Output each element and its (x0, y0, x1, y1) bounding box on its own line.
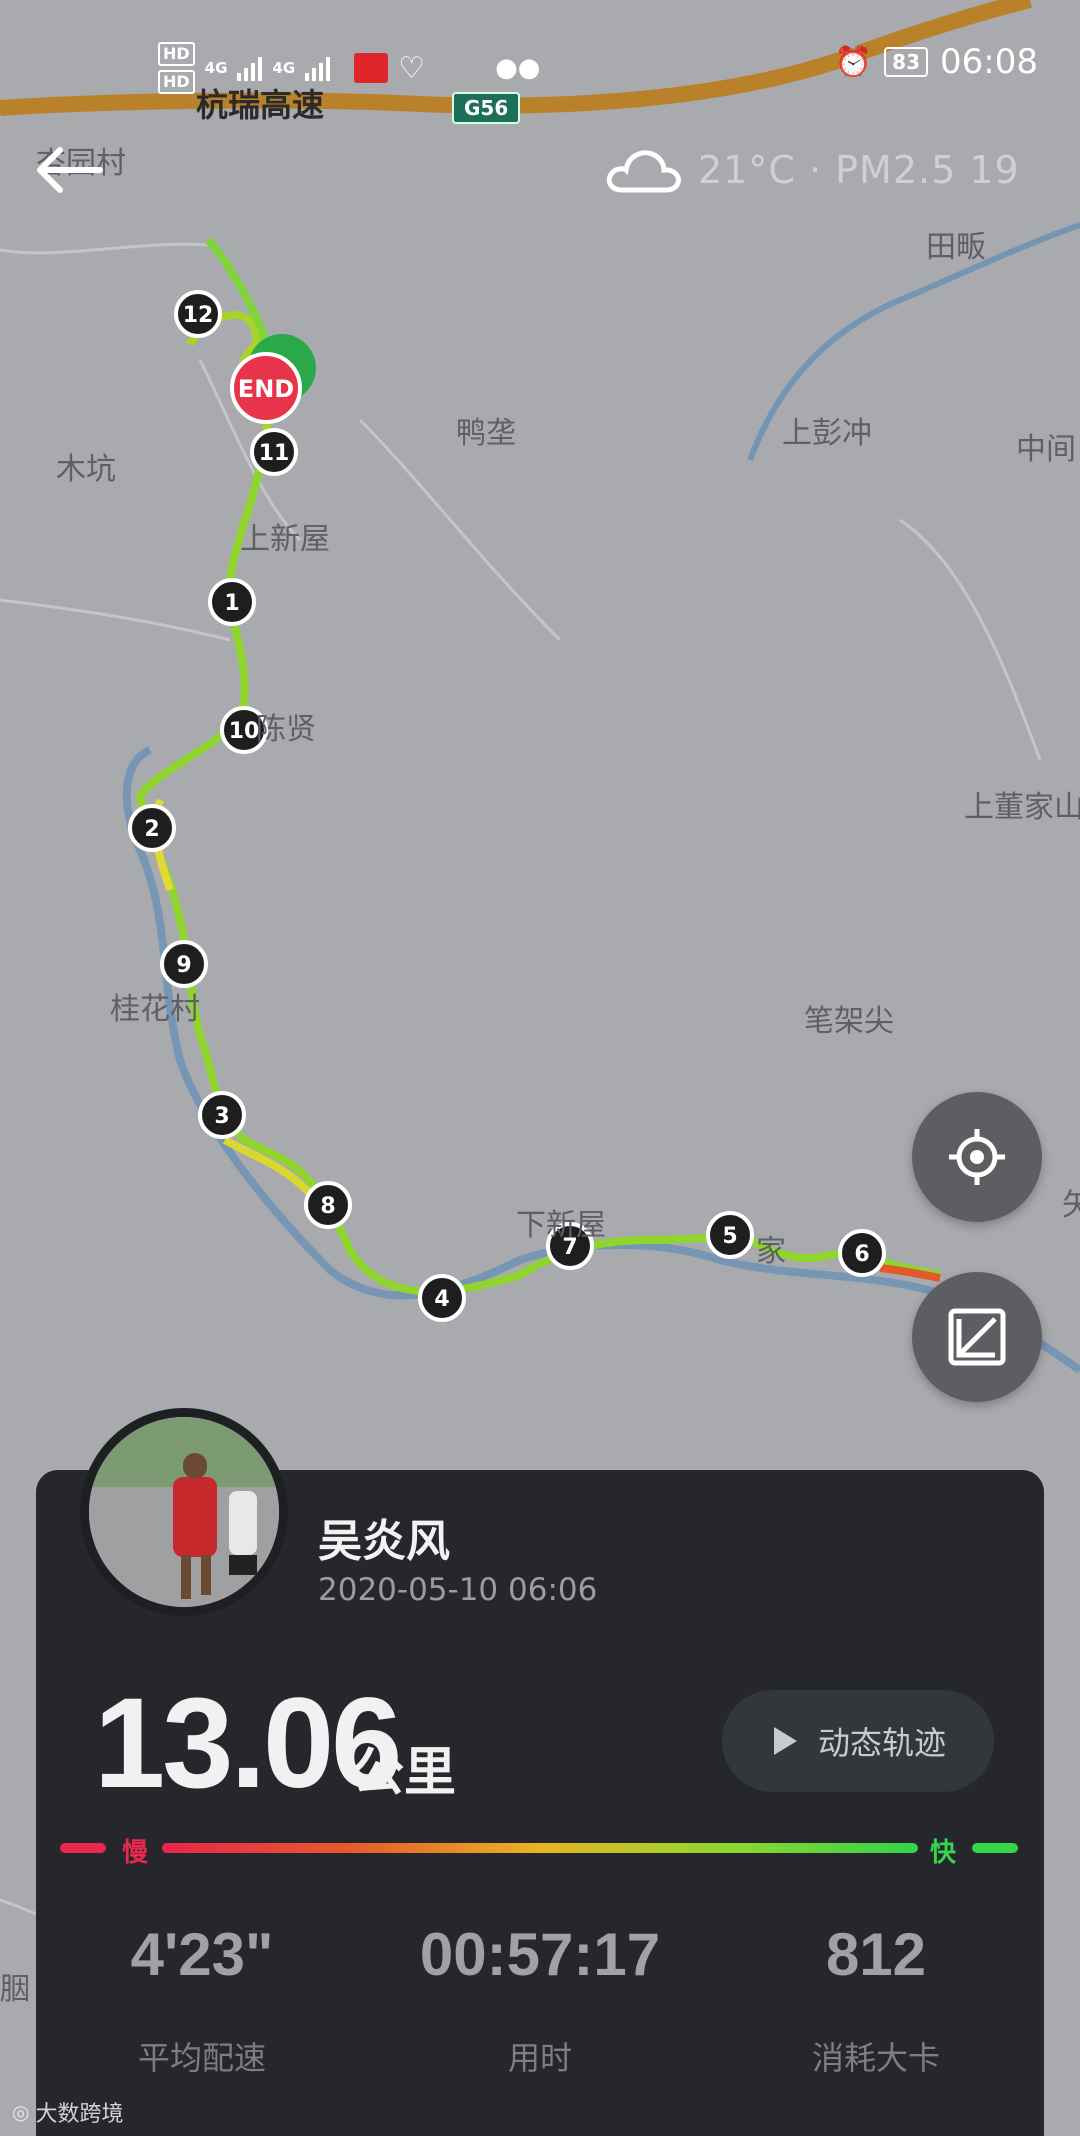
battery-indicator: 83 (884, 47, 929, 77)
status-bar: HD HD 4G 4G ♡ ●● ⏰ 83 06:08 (0, 36, 1080, 96)
avatar-photo (89, 1417, 279, 1607)
svg-text:2: 2 (144, 817, 159, 842)
fit-route-button[interactable] (912, 1272, 1042, 1402)
road-shield: G56 (452, 92, 521, 124)
svg-text:6: 6 (854, 1242, 869, 1267)
map-label: 下新屋 (516, 1208, 606, 1243)
play-icon (773, 1727, 797, 1755)
speed-bar-fast-cap (972, 1843, 1018, 1853)
alarm-icon: ⏰ (834, 44, 873, 80)
duration-label: 用时 (507, 2039, 572, 2077)
map-label: 桂花村 (110, 992, 200, 1027)
wechat-icon: ●● (495, 53, 541, 83)
calories-value: 812 (825, 1921, 927, 1988)
svg-text:12: 12 (183, 303, 214, 328)
svg-text:8: 8 (320, 1194, 335, 1219)
end-marker: END (230, 352, 302, 424)
map-label: 矢 (1062, 1188, 1080, 1223)
replay-track-button[interactable]: 动态轨迹 (722, 1690, 994, 1792)
map-label: 胭 (0, 1972, 30, 2007)
km-marker: 5 (706, 1211, 754, 1259)
map-label: 上新屋 (240, 522, 330, 557)
pace-stat: 4'23" 平均配速 (52, 1920, 352, 2079)
signal-icon (237, 55, 263, 81)
back-arrow-icon (37, 147, 103, 193)
map-label: 上彭冲 (782, 416, 872, 451)
svg-text:3: 3 (214, 1104, 229, 1129)
map-label: 家 (756, 1234, 786, 1269)
app-notification-icon (354, 53, 389, 83)
duration-stat: 00:57:17 用时 (390, 1920, 690, 2079)
fit-route-icon (948, 1308, 1006, 1366)
network-type: 4G (204, 59, 228, 77)
run-datetime: 2020-05-10 06:06 (318, 1572, 598, 1608)
svg-text:11: 11 (259, 441, 290, 466)
map-label: 田畈 (926, 230, 986, 265)
svg-text:4: 4 (434, 1287, 449, 1312)
svg-text:9: 9 (176, 953, 191, 978)
duration-value: 00:57:17 (419, 1921, 661, 1988)
calories-stat: 812 消耗大卡 (726, 1920, 1026, 2079)
map-label: 陈贤 (256, 712, 316, 747)
svg-text:5: 5 (722, 1224, 737, 1249)
km-marker: 1 (208, 578, 256, 626)
weather-info: 21°C · PM2.5 19 (602, 140, 1020, 200)
svg-text:END: END (238, 375, 294, 403)
km-marker: 11 (250, 428, 298, 476)
map-label: 鸭垄 (456, 416, 516, 451)
speed-gradient-bar (162, 1843, 918, 1853)
watermark: ◎ 大数跨境 (12, 2100, 124, 2127)
map-label: 笔架尖 (804, 1004, 894, 1039)
map-label: 中间 (1016, 432, 1076, 467)
km-marker: 2 (128, 804, 176, 852)
locate-icon (949, 1129, 1005, 1185)
speed-slow-label: 慢 (122, 1838, 149, 1868)
watermark-logo-icon: ◎ (12, 2100, 30, 2124)
km-marker: 3 (198, 1091, 246, 1139)
km-marker: 6 (838, 1229, 886, 1277)
signal-icon (305, 55, 331, 81)
km-marker: 4 (418, 1274, 466, 1322)
clock: 06:08 (940, 42, 1038, 82)
pace-value: 4'23" (130, 1921, 274, 1988)
cloud-icon (606, 150, 681, 193)
locate-button[interactable] (912, 1092, 1042, 1222)
pace-label: 平均配速 (137, 2039, 266, 2077)
km-marker: 12 (174, 290, 222, 338)
km-marker: 9 (160, 940, 208, 988)
heart-icon: ♡ (398, 50, 426, 86)
map-label: 木坑 (56, 452, 116, 487)
calories-label: 消耗大卡 (811, 2039, 940, 2077)
svg-text:10: 10 (229, 719, 260, 744)
network-type: 4G (272, 59, 296, 77)
distance-unit: 公里 (352, 1743, 457, 1803)
user-name: 吴炎风 (318, 1516, 450, 1567)
replay-label: 动态轨迹 (817, 1724, 946, 1762)
back-button[interactable] (30, 140, 110, 200)
hd-badge: HD (158, 42, 195, 66)
hd-badge: HD (158, 70, 195, 94)
speed-bar-slow-cap (60, 1843, 106, 1853)
svg-text:1: 1 (224, 591, 239, 616)
km-marker: 8 (304, 1181, 352, 1229)
avatar[interactable] (80, 1408, 288, 1616)
speed-fast-label: 快 (930, 1838, 957, 1868)
weather-text: 21°C · PM2.5 19 (698, 148, 1020, 192)
map-label: 上董家山 (964, 790, 1080, 825)
